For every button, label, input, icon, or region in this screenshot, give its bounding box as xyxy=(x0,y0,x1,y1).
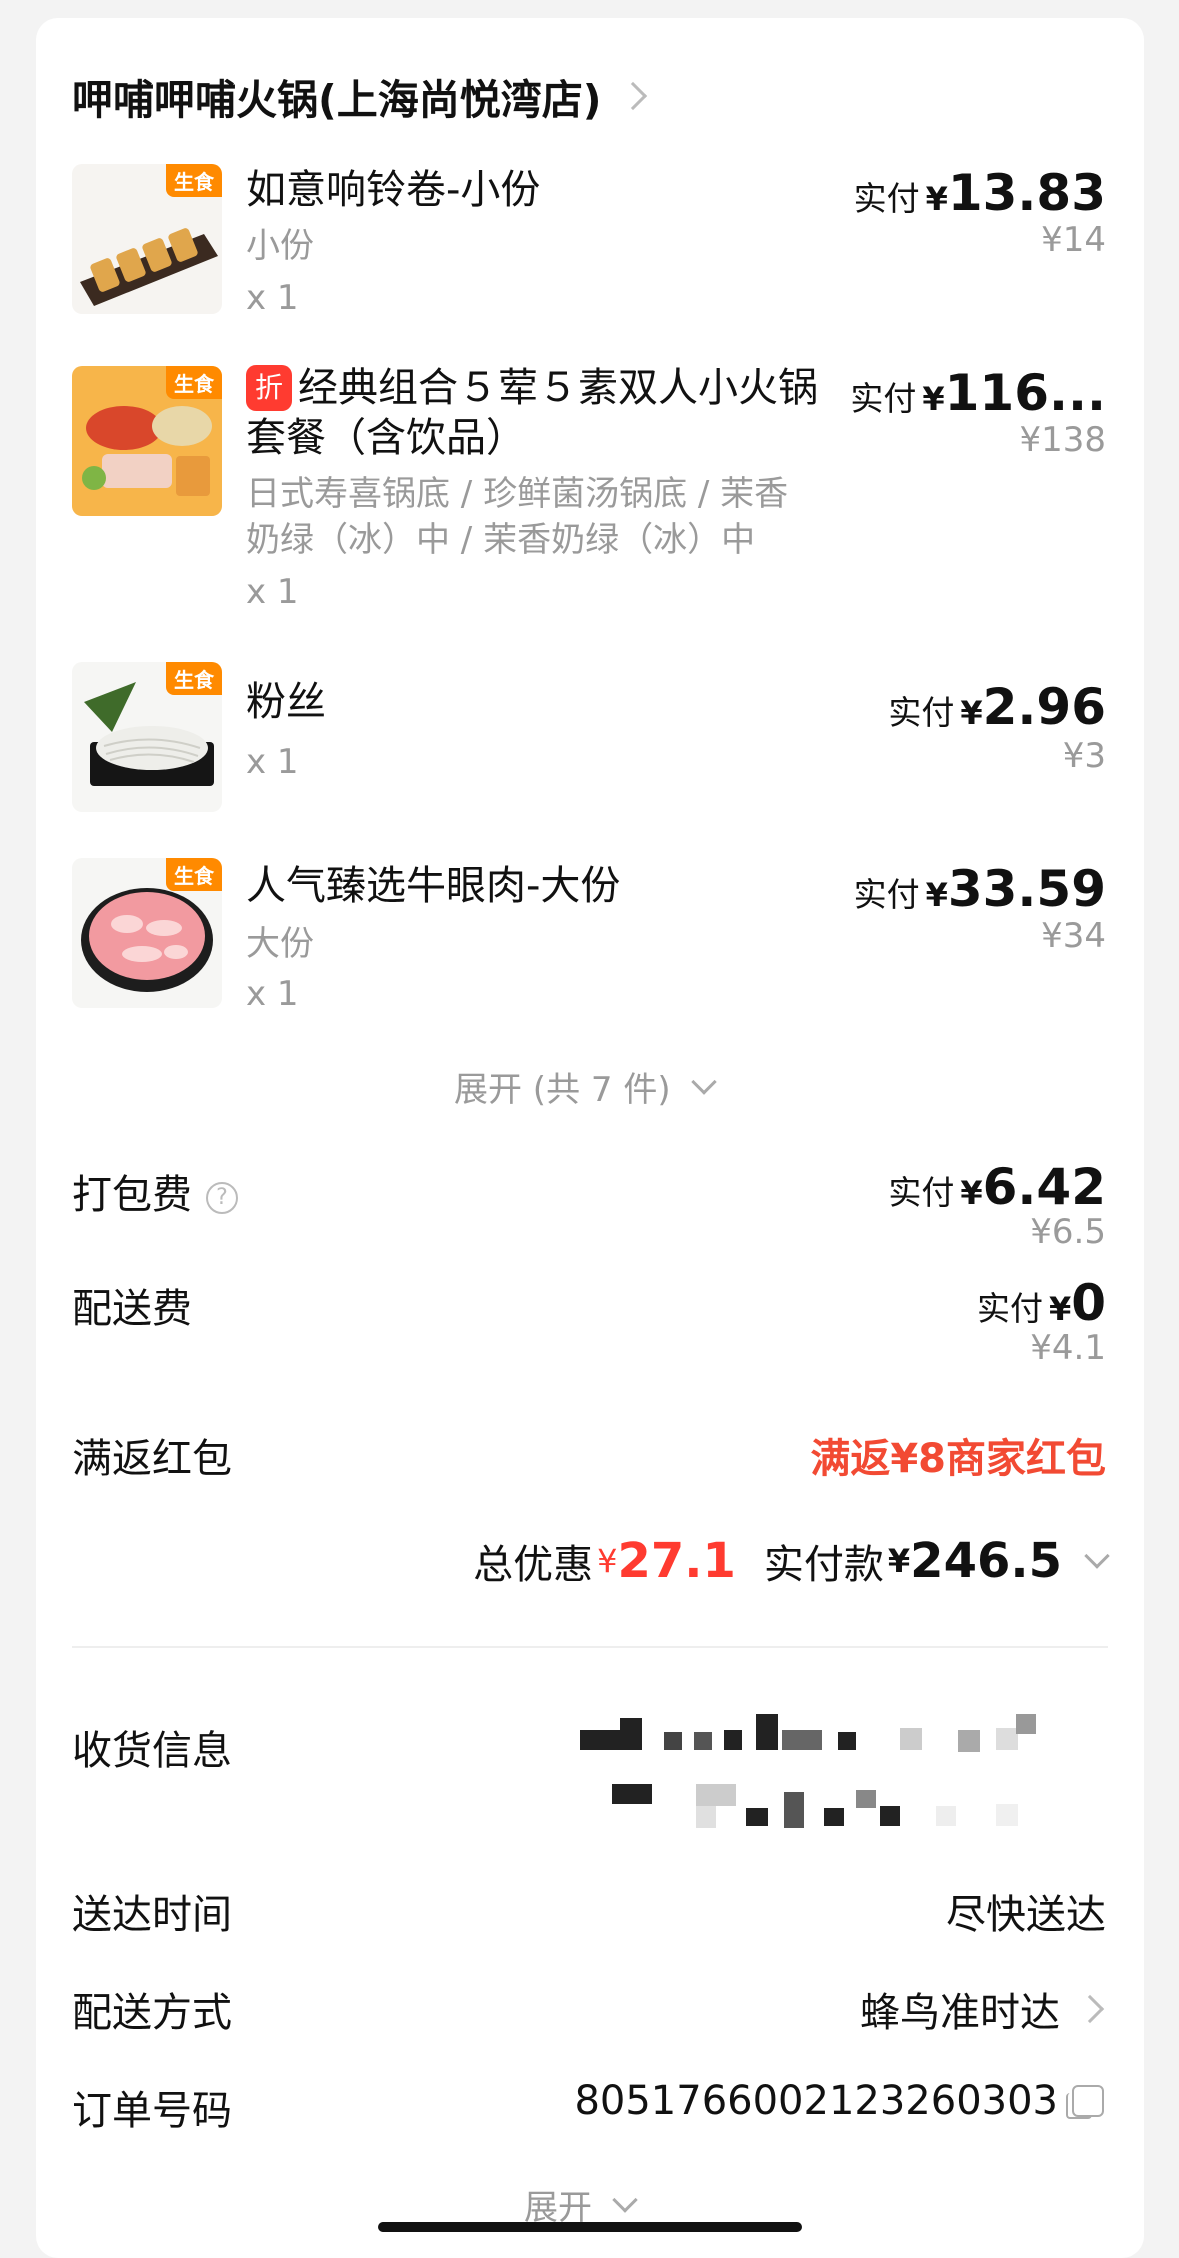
item-spec: 大份 xyxy=(246,924,314,964)
paid-total-label: 实付款 xyxy=(763,1542,884,1588)
item-name: 粉丝 xyxy=(246,679,326,725)
order-summary[interactable]: 总优惠 ¥ 27.1 实付款 ¥ 246.5 xyxy=(473,1532,1110,1590)
total-discount-label: 总优惠 xyxy=(473,1542,594,1588)
delivery-time-value: 尽快送达 xyxy=(946,1892,1106,1938)
chevron-right-icon xyxy=(619,81,648,111)
item-original-price: ¥3 xyxy=(1062,736,1106,776)
item-name: 如意响铃卷-小份 xyxy=(246,167,541,213)
item-name-line2: 套餐（含饮品） xyxy=(246,415,526,461)
item-name: 人气臻选牛眼肉-大份 xyxy=(246,863,621,909)
paid-currency: ¥ xyxy=(887,1542,911,1580)
help-icon[interactable]: ? xyxy=(206,1182,238,1214)
item-original-price: ¥138 xyxy=(1019,420,1106,460)
item-thumbnail[interactable]: 生食 xyxy=(72,858,222,1008)
item-spec-line2: 奶绿（冰）中 / 茉香奶绿（冰）中 xyxy=(246,520,756,560)
raw-food-tag: 生食 xyxy=(166,164,222,197)
home-indicator xyxy=(378,2222,802,2232)
item-paid-price: 实付 ¥13.83 xyxy=(853,164,1106,222)
raw-food-tag: 生食 xyxy=(166,662,222,695)
address-redacted xyxy=(556,1708,1116,1838)
item-original-price: ¥34 xyxy=(1041,916,1106,956)
copy-icon[interactable] xyxy=(1066,2085,1104,2119)
delivery-method-link[interactable]: 蜂鸟准时达 xyxy=(860,1980,1106,2038)
divider xyxy=(72,1646,1108,1648)
delivery-fee-original: ¥4.1 xyxy=(1030,1328,1106,1368)
delivery-method-label: 配送方式 xyxy=(72,1990,232,2036)
chevron-down-icon xyxy=(1084,1543,1110,1569)
paid-total-value: 246.5 xyxy=(910,1533,1062,1589)
red-packet-value: 满返¥8商家红包 xyxy=(810,1436,1106,1482)
raw-food-tag: 生食 xyxy=(166,366,222,399)
total-discount-value: 27.1 xyxy=(617,1533,736,1589)
order-number-row: 8051766002123260303 xyxy=(574,2078,1104,2124)
chevron-right-icon xyxy=(1075,1994,1105,2024)
store-name: 呷哺呷哺火锅(上海尚悦湾店) xyxy=(72,76,602,124)
order-number-value: 8051766002123260303 xyxy=(574,2078,1058,2124)
expand-items-button[interactable]: 展开 (共 7 件) xyxy=(454,1062,717,1111)
item-quantity: x 1 xyxy=(246,572,299,612)
order-number-label: 订单号码 xyxy=(72,2088,232,2134)
item-quantity: x 1 xyxy=(246,974,299,1014)
item-paid-price: 实付 ¥33.59 xyxy=(853,860,1106,918)
item-name: 折经典组合５荤５素双人小火锅 xyxy=(246,364,818,412)
item-quantity: x 1 xyxy=(246,278,299,318)
discount-currency: ¥ xyxy=(597,1542,618,1580)
item-thumbnail[interactable]: 生食 xyxy=(72,662,222,812)
delivery-fee-label: 配送费 xyxy=(72,1286,192,1332)
address-label: 收货信息 xyxy=(72,1728,232,1774)
raw-food-tag: 生食 xyxy=(166,858,222,891)
item-paid-price: 实付 ¥2.96 xyxy=(888,678,1106,736)
item-thumbnail[interactable]: 生食 xyxy=(72,164,222,314)
chevron-down-icon xyxy=(612,2186,638,2213)
item-quantity: x 1 xyxy=(246,742,299,782)
item-thumbnail[interactable]: 生食 xyxy=(72,366,222,516)
chevron-down-icon xyxy=(690,1068,717,1095)
item-paid-price: 实付 ¥116... xyxy=(850,364,1106,422)
packing-fee-original: ¥6.5 xyxy=(1030,1212,1106,1252)
packing-fee-label: 打包费? xyxy=(72,1162,238,1220)
item-original-price: ¥14 xyxy=(1041,220,1106,260)
order-card: 呷哺呷哺火锅(上海尚悦湾店) 生食 如意响铃卷-小份 小份 x 1 实付 ¥13.… xyxy=(36,18,1144,2258)
discount-badge: 折 xyxy=(246,365,292,411)
red-packet-label: 满返红包 xyxy=(72,1436,232,1482)
item-spec: 日式寿喜锅底 / 珍鲜菌汤锅底 / 茉香 xyxy=(246,474,789,514)
item-spec: 小份 xyxy=(246,226,314,266)
packing-fee-paid: 实付 ¥6.42 xyxy=(888,1158,1106,1216)
delivery-time-label: 送达时间 xyxy=(72,1892,232,1938)
delivery-fee-paid: 实付 ¥0 xyxy=(976,1274,1106,1332)
store-link[interactable]: 呷哺呷哺火锅(上海尚悦湾店) xyxy=(72,66,648,126)
